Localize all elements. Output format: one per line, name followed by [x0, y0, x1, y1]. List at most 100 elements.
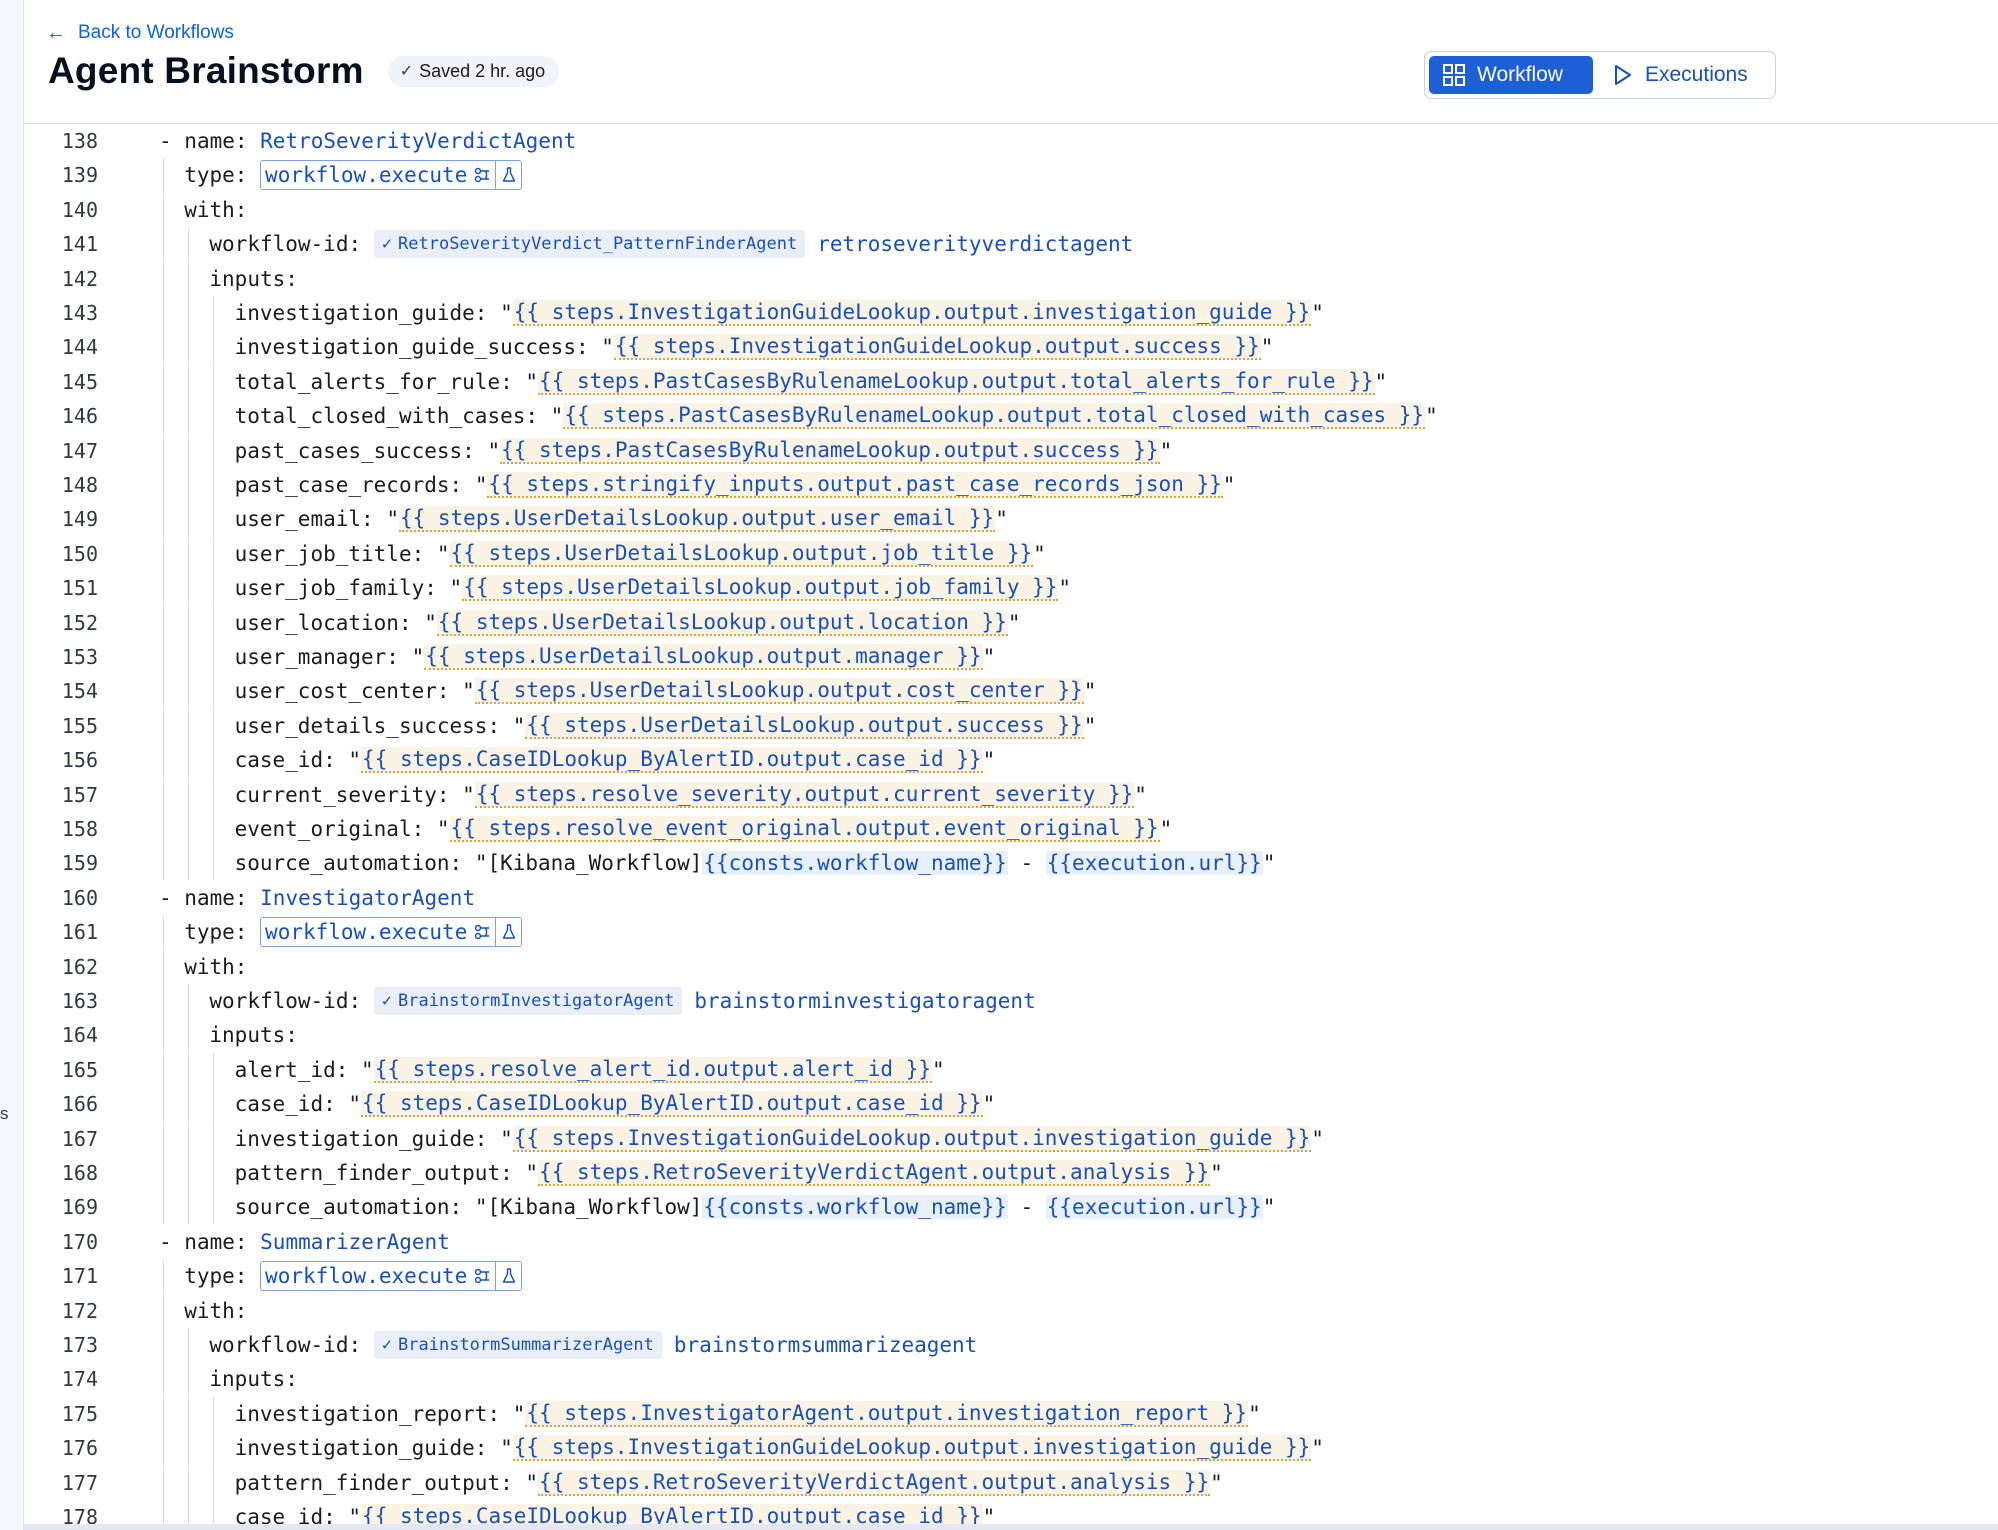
code-line[interactable]: 147 past_cases_success: "{{ steps.PastCas… [24, 433, 1998, 468]
yaml-string: " [1159, 817, 1173, 841]
workflow-tab-button[interactable]: Workflow [1429, 56, 1593, 94]
code-line[interactable]: 157 current_severity: "{{ steps.resolve_s… [24, 777, 1998, 812]
code-line[interactable]: 153 user_manager: "{{ steps.UserDetailsLo… [24, 640, 1998, 674]
code-content: investigation_guide: "{{ steps.Investiga… [235, 1125, 1324, 1152]
code-line[interactable]: 163 workflow-id: ✓ BrainstormInvestigatorA… [24, 984, 1998, 1018]
code-line[interactable]: 139 type: workflow.execute [24, 158, 1998, 193]
indent-guide [213, 1156, 215, 1190]
yaml-key: investigation_guide_success: [234, 335, 602, 360]
code-line[interactable]: 174 inputs: [24, 1362, 1998, 1397]
code-line[interactable]: 140 with: [24, 192, 1998, 227]
code-content: user_manager: "{{ steps.UserDetailsLooku… [235, 644, 995, 670]
yaml-key: source_automation: [234, 851, 475, 876]
indent-guide [188, 846, 190, 881]
code-content: current_severity: "{{ steps.resolve_seve… [235, 781, 1147, 808]
yaml-string: " [1374, 369, 1388, 394]
code-line[interactable]: 143 investigation_guide: "{{ steps.Invest… [24, 296, 1998, 330]
code-content: type: workflow.execute [184, 160, 523, 191]
indent-guide [163, 1190, 164, 1225]
code-line[interactable]: 145 total_alerts_for_rule: "{{ steps.Past… [24, 364, 1998, 399]
step-type-chip[interactable]: workflow.execute [260, 1261, 523, 1292]
code-line[interactable]: 164 inputs: [24, 1018, 1998, 1053]
code-line[interactable]: 171 type: workflow.execute [24, 1259, 1998, 1294]
yaml-string: " [411, 645, 425, 669]
view-toggle: Workflow Executions [1424, 51, 1776, 99]
yaml-string: " [525, 1161, 539, 1185]
horizontal-scrollbar[interactable] [24, 1524, 1998, 1530]
yaml-list-dash: - [159, 1229, 185, 1254]
code-line[interactable]: 138 - name: RetroSeverityVerdictAgent [24, 124, 1998, 158]
code-line[interactable]: 152 user_location: "{{ steps.UserDetailsL… [24, 605, 1998, 640]
code-line[interactable]: 165 alert_id: "{{ steps.resolve_alert_id.… [24, 1052, 1998, 1087]
indent-guide [213, 468, 215, 502]
yaml-key: investigation_guide: [234, 1436, 501, 1461]
code-line[interactable]: 168 pattern_finder_output: "{{ steps.Retr… [24, 1156, 1998, 1190]
code-line[interactable]: 146 total_closed_with_cases: "{{ steps.Pa… [24, 399, 1998, 434]
check-icon: ✓ [399, 63, 414, 80]
yaml-string: " [1311, 1436, 1324, 1461]
indent-guide [188, 674, 190, 709]
indent-guide [188, 399, 190, 434]
step-type-chip[interactable]: workflow.execute [260, 917, 523, 948]
code-line[interactable]: 148 past_case_records: "{{ steps.stringif… [24, 468, 1998, 502]
indent-guide [213, 433, 215, 468]
code-line[interactable]: 161 type: workflow.execute [24, 915, 1998, 950]
title-row: Agent Brainstorm ✓ Saved 2 hr. ago [48, 50, 560, 92]
code-line[interactable]: 166 case_id: "{{ steps.CaseIDLookup_ByAle… [24, 1087, 1998, 1122]
yaml-key: source_automation: [234, 1195, 475, 1220]
line-number: 170 [61, 1229, 98, 1254]
yaml-string: " [1134, 782, 1147, 807]
connector-icon[interactable] [471, 1262, 495, 1290]
code-content: inputs: [209, 1367, 298, 1391]
back-to-workflows-link[interactable]: ← Back to Workflows [46, 22, 234, 44]
code-content: inputs: [209, 1023, 298, 1047]
code-line[interactable]: 162 with: [24, 949, 1998, 984]
code-line[interactable]: 151 user_job_family: "{{ steps.UserDetail… [24, 571, 1998, 606]
code-line[interactable]: 177 pattern_finder_output: "{{ steps.Retr… [24, 1465, 1998, 1500]
code-line[interactable]: 172 with: [24, 1293, 1998, 1328]
code-line[interactable]: 169 source_automation: "[Kibana_Workflow]… [24, 1190, 1998, 1225]
executions-tab-button[interactable]: Executions [1599, 56, 1762, 94]
flask-icon[interactable] [495, 918, 521, 947]
code-line[interactable]: 167 investigation_guide: "{{ steps.Invest… [24, 1121, 1998, 1156]
code-line[interactable]: 173 workflow-id: ✓ BrainstormSummarizerAge… [24, 1328, 1998, 1362]
executions-tab-label: Executions [1645, 63, 1748, 86]
flask-icon[interactable] [495, 161, 521, 190]
workflow-id-name: RetroSeverityVerdict_PatternFinderAgent [398, 234, 798, 255]
code-line[interactable]: 158 event_original: "{{ steps.resolve_eve… [24, 812, 1998, 846]
code-line[interactable]: 154 user_cost_center: "{{ steps.UserDetai… [24, 674, 1998, 709]
code-line[interactable]: 144 investigation_guide_success: "{{ step… [24, 330, 1998, 365]
code-content: user_details_success: "{{ steps.UserDeta… [235, 712, 1096, 739]
code-line[interactable]: 156 case_id: "{{ steps.CaseIDLookup_ByAle… [24, 743, 1998, 778]
yaml-code-editor[interactable]: 138 - name: RetroSeverityVerdictAgent 139 t… [24, 124, 1998, 1530]
code-line[interactable]: 141 workflow-id: ✓ RetroSeverityVerdict_Pa… [24, 227, 1998, 262]
code-content: - name: SummarizerAgent [159, 1230, 450, 1254]
flask-icon[interactable] [495, 1262, 521, 1291]
code-line[interactable]: 176 investigation_guide: "{{ steps.Invest… [24, 1431, 1998, 1466]
code-content: past_cases_success: "{{ steps.PastCasesB… [235, 437, 1172, 464]
workflow-id-chip[interactable]: ✓ BrainstormInvestigatorAgent [373, 987, 683, 1015]
step-type-chip[interactable]: workflow.execute [260, 160, 523, 191]
yaml-key: with: [184, 197, 248, 222]
code-line[interactable]: 170 - name: SummarizerAgent [24, 1225, 1998, 1259]
indent-guide [163, 1121, 164, 1156]
indent-guide [188, 1018, 190, 1053]
code-line[interactable]: 175 investigation_report: "{{ steps.Inves… [24, 1396, 1998, 1431]
code-line[interactable]: 159 source_automation: "[Kibana_Workflow]… [24, 846, 1998, 881]
connector-icon[interactable] [471, 918, 495, 946]
indent-guide [163, 1259, 164, 1294]
workflow-id-chip[interactable]: ✓ RetroSeverityVerdict_PatternFinderAgent [373, 230, 806, 259]
code-line[interactable]: 149 user_email: "{{ steps.UserDetailsLook… [24, 502, 1998, 537]
line-number: 166 [61, 1092, 98, 1117]
code-line[interactable]: 142 inputs: [24, 261, 1998, 296]
back-link-label: Back to Workflows [78, 22, 234, 43]
yaml-string: " [361, 1057, 374, 1082]
template-expression: {{ steps.InvestigationGuideLookup.output… [512, 300, 1312, 326]
code-line[interactable]: 155 user_details_success: "{{ steps.UserD… [24, 708, 1998, 743]
connector-icon[interactable] [471, 161, 495, 189]
workflow-id-chip[interactable]: ✓ BrainstormSummarizerAgent [373, 1331, 662, 1359]
code-line[interactable]: 160 - name: InvestigatorAgent [24, 881, 1998, 915]
indent-guide [213, 708, 215, 743]
template-expression: {{ steps.UserDetailsLookup.output.manage… [424, 644, 983, 670]
code-line[interactable]: 150 user_job_title: "{{ steps.UserDetails… [24, 536, 1998, 571]
